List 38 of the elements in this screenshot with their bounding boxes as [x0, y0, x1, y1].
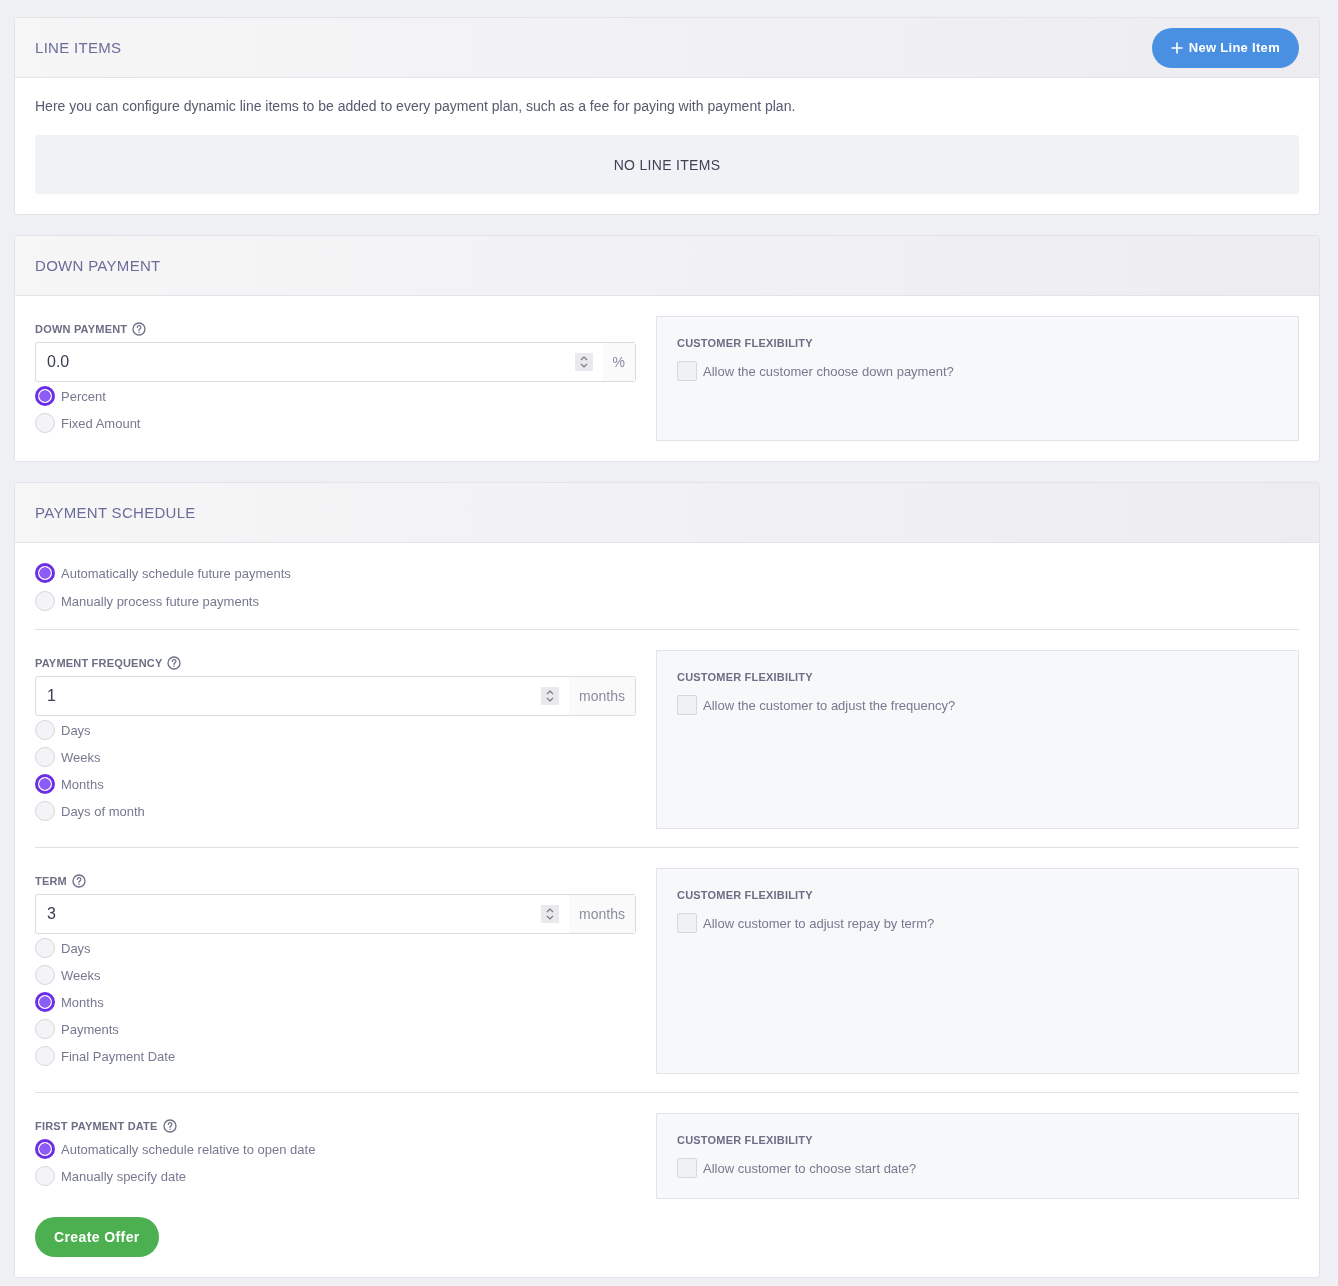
checkbox-label: Allow the customer choose down payment? [703, 363, 954, 379]
radio-label: Days [61, 940, 91, 956]
radio-label: Manually specify date [61, 1168, 186, 1184]
radio-label: Fixed Amount [61, 415, 141, 431]
checkbox-label: Allow customer to choose start date? [703, 1160, 917, 1176]
field-label: DOWN PAYMENT [35, 323, 128, 335]
radio-label: Days [61, 722, 91, 738]
radio-label: Payments [61, 1021, 119, 1037]
description-text: Here you can configure dynamic line items to be added to every payment plan, such as a fee for paying with payment plan. [35, 98, 797, 114]
number-input-field[interactable]: 3 months [35, 894, 636, 934]
unit-suffix: % [602, 343, 635, 381]
field-label: PAYMENT FREQUENCY [35, 657, 163, 669]
radio-label: Manually process future payments [61, 593, 259, 609]
radio-label: Weeks [61, 749, 101, 765]
panel-title: CUSTOMER FLEXIBILITY [677, 1134, 814, 1146]
checkbox-label: Allow the customer to adjust the frequency? [703, 697, 956, 713]
number-input-field[interactable]: 0.0 % [35, 342, 636, 382]
unit-suffix: months [569, 677, 635, 715]
radio-label: Months [61, 994, 104, 1010]
checkbox-label: Allow customer to adjust repay by term? [703, 915, 935, 931]
number-input-field[interactable]: 1 months [35, 676, 636, 716]
panel-title: CUSTOMER FLEXIBILITY [677, 671, 814, 683]
section-title: LINE ITEMS [35, 39, 122, 56]
field-label: TERM [35, 875, 67, 887]
section-title: PAYMENT SCHEDULE [35, 504, 196, 521]
radio-label: Percent [61, 388, 106, 404]
radio-label: Days of month [61, 803, 145, 819]
radio-label: Final Payment Date [61, 1048, 176, 1064]
section-title: DOWN PAYMENT [35, 257, 161, 274]
panel-title: CUSTOMER FLEXIBILITY [677, 337, 814, 349]
panel-title: CUSTOMER FLEXIBILITY [677, 889, 814, 901]
radio-label: Automatically schedule relative to open date [61, 1141, 316, 1157]
field-label: FIRST PAYMENT DATE [35, 1120, 158, 1132]
radio-label: Weeks [61, 967, 101, 983]
radio-label: Months [61, 776, 104, 792]
radio-label: Automatically schedule future payments [61, 565, 291, 581]
unit-suffix: months [569, 895, 635, 933]
empty-state-text: NO LINE ITEMS [613, 156, 721, 173]
